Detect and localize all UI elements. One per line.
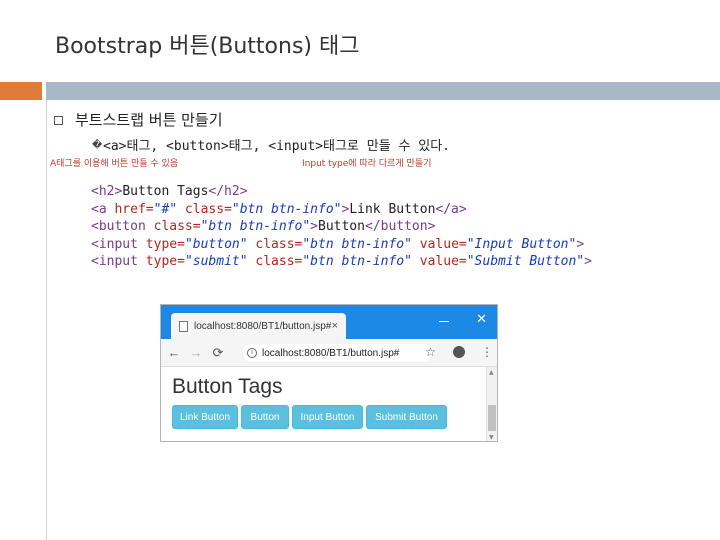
slide-title: Bootstrap 버튼(Buttons) 태그 — [55, 34, 360, 59]
sub-bullet-text: <a>태그, <button>태그, <input>태그로 만들 수 있다. — [103, 139, 451, 154]
scroll-down-icon[interactable]: ▼ — [489, 434, 494, 441]
back-arrow-icon[interactable]: ← — [165, 345, 183, 360]
input-button[interactable]: Input Button — [292, 405, 363, 429]
info-icon[interactable]: i — [247, 348, 257, 358]
bookmark-star-icon[interactable]: ☆ — [425, 345, 436, 359]
menu-dots-icon[interactable]: ⋮ — [481, 345, 493, 359]
page-content: Button Tags Link Button Button Input But… — [161, 367, 486, 441]
scroll-up-icon[interactable]: ▲ — [489, 369, 494, 376]
button-button[interactable]: Button — [241, 405, 289, 429]
minimize-icon[interactable] — [439, 321, 449, 322]
code-line-2: <a href="#" class="btn btn-info">Link Bu… — [91, 201, 467, 217]
reload-icon[interactable]: ⟳ — [209, 345, 227, 361]
tab-title: localhost:8080/BT1/button.jsp# — [194, 320, 332, 332]
note-right: Input type에 따라 다르게 만들기 — [302, 159, 432, 169]
code-line-3: <button class="btn btn-info">Button</but… — [91, 219, 436, 234]
url-text: localhost:8080/BT1/button.jsp# — [262, 347, 400, 359]
vertical-scrollbar[interactable]: ▲ ▼ — [486, 367, 497, 441]
submit-button[interactable]: Submit Button — [366, 405, 447, 429]
sub-bullet-glyph: � — [92, 140, 103, 151]
browser-window: localhost:8080/BT1/button.jsp# × ✕ ← → ⟳… — [160, 304, 498, 442]
link-button[interactable]: Link Button — [172, 405, 238, 429]
code-line-1: <h2>Button Tags</h2> — [91, 184, 248, 199]
window-close-icon[interactable]: ✕ — [476, 312, 487, 327]
divider-line — [46, 100, 47, 540]
note-left: A태그를 이용해 버튼 만들 수 있음 — [50, 159, 179, 169]
code-line-4: <input type="button" class="btn btn-info… — [91, 236, 585, 252]
code-line-5: <input type="submit" class="btn btn-info… — [91, 254, 592, 269]
browser-tab[interactable]: localhost:8080/BT1/button.jsp# × — [171, 313, 346, 339]
bullet-text: 부트스트랩 버튼 만들기 — [75, 111, 223, 129]
accent-bar-orange — [0, 82, 42, 100]
code-block: <h2>Button Tags</h2> <a href="#" class="… — [91, 183, 592, 271]
url-input[interactable]: i localhost:8080/BT1/button.jsp# — [243, 344, 433, 362]
accent-bar-gray — [46, 82, 720, 100]
document-icon — [179, 320, 188, 332]
browser-tab-bar: localhost:8080/BT1/button.jsp# × ✕ — [161, 305, 497, 339]
page-heading: Button Tags — [172, 375, 283, 398]
address-bar: ← → ⟳ i localhost:8080/BT1/button.jsp# ☆… — [161, 339, 497, 367]
forward-arrow-icon[interactable]: → — [187, 345, 205, 360]
bullet-square-icon — [54, 116, 63, 125]
account-icon[interactable] — [453, 346, 465, 358]
tab-close-icon[interactable]: × — [332, 320, 338, 332]
scroll-thumb[interactable] — [488, 405, 496, 431]
